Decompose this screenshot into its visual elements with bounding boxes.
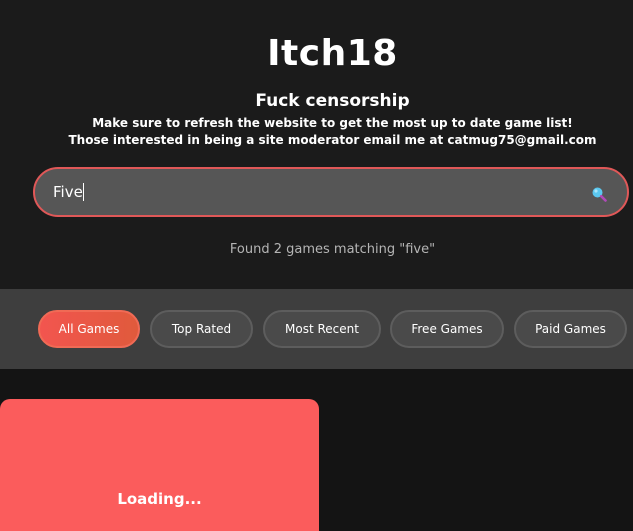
- search-input[interactable]: [53, 169, 573, 215]
- game-card-loading-text: Loading...: [117, 490, 202, 508]
- filter-paid-games-button[interactable]: Paid Games: [514, 310, 627, 348]
- filter-all-games-button[interactable]: All Games: [38, 310, 140, 348]
- search-result-count: Found 2 games matching "five": [229, 242, 436, 257]
- refresh-notice: Make sure to refresh the website to get …: [92, 116, 573, 130]
- filter-free-games-button[interactable]: Free Games: [390, 310, 504, 348]
- header: Itch18 Fuck censorship Make sure to refr…: [0, 0, 633, 289]
- game-card[interactable]: Loading...: [0, 399, 319, 531]
- text-caret: [83, 183, 84, 201]
- filter-bar: All Games Top Rated Most Recent Free Gam…: [0, 289, 633, 369]
- magnifier-icon[interactable]: [591, 186, 607, 202]
- moderator-notice: Those interested in being a site moderat…: [68, 133, 597, 147]
- filter-top-rated-button[interactable]: Top Rated: [150, 310, 253, 348]
- site-title: Itch18: [267, 33, 398, 74]
- tagline: Fuck censorship: [255, 91, 410, 111]
- page: Itch18 Fuck censorship Make sure to refr…: [0, 0, 633, 531]
- filter-most-recent-button[interactable]: Most Recent: [263, 310, 381, 348]
- game-grid: Loading...: [0, 369, 633, 531]
- search-box[interactable]: [33, 167, 629, 217]
